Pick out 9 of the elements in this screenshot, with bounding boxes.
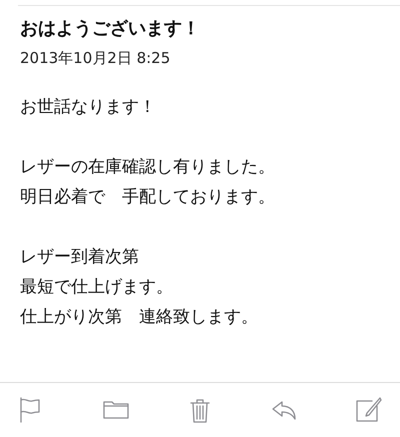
body-text: レザーの在庫確認し有りました。 <box>20 156 276 179</box>
body-text: レザー到着次第 <box>20 246 140 269</box>
compose-icon <box>354 396 382 424</box>
body-text: 最短で仕上げます。 <box>20 276 174 299</box>
body-text: 明日必着で 手配しております。 <box>20 186 276 209</box>
body-text: 仕上がり次第 連絡致します。 <box>20 306 259 329</box>
email-date: 2013年10月2日 8:25 <box>20 48 172 68</box>
body-text: お世話なります！ <box>20 96 157 119</box>
email-subject: おはようございます！ <box>20 17 201 41</box>
